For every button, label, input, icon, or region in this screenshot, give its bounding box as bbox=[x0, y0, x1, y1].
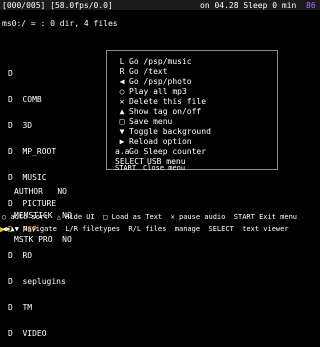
menu-item-go-photo[interactable]: ◀ Go /psp/photo bbox=[115, 77, 192, 87]
menu-item-play-all[interactable]: ○ Play all mp3 bbox=[115, 87, 187, 97]
help-line-1: ○ auto sort △ Hide UI □ Load as Text ✕ p… bbox=[2, 213, 298, 221]
battery-indicator: 86 bbox=[306, 1, 316, 10]
file-item[interactable]: D RO bbox=[0, 251, 120, 261]
start-button-icon: START bbox=[115, 163, 137, 172]
file-item[interactable]: D TM bbox=[0, 303, 120, 313]
right-arrow-icon: ▶ bbox=[119, 137, 125, 146]
circle-button-icon: ○ bbox=[119, 87, 125, 96]
info-panel: AUTHOR NO MEMSTICK NO MSTK PRO NO bbox=[14, 172, 72, 252]
file-counter: [000/005] [58.0fps/0.0] bbox=[2, 1, 113, 10]
menu-item-show-tag[interactable]: ▲ Show tag on/off bbox=[115, 107, 202, 117]
file-item[interactable]: D 3D bbox=[0, 121, 120, 131]
triangle-button-icon: ▲ bbox=[119, 107, 125, 116]
file-item[interactable]: D COMB bbox=[0, 95, 120, 105]
menu-item-reload[interactable]: ▶ Reload option bbox=[115, 137, 192, 147]
menu-item-delete[interactable]: ✕ Delete this file bbox=[115, 97, 206, 107]
file-item[interactable]: D seplugins bbox=[0, 277, 120, 287]
down-arrow-icon: ▼ bbox=[119, 127, 125, 136]
file-item[interactable]: D MP_ROOT bbox=[0, 147, 120, 157]
help-line-2: ◀▶▲▼ Navigate L/R filetypes R/L files ma… bbox=[2, 225, 289, 233]
l-button-icon: L bbox=[119, 57, 125, 66]
file-item[interactable]: D VIDEO bbox=[0, 329, 120, 339]
clock-sleep: on 04.28 Sleep 0 min bbox=[200, 1, 297, 10]
cross-button-icon: ✕ bbox=[119, 97, 125, 106]
file-item[interactable]: D bbox=[0, 69, 120, 79]
analog-stick-icon: a.a bbox=[115, 147, 130, 156]
menu-item-close[interactable]: START Close menu bbox=[115, 163, 185, 172]
r-button-icon: R bbox=[119, 67, 125, 76]
menu-item-sleep[interactable]: a.a Go Sleep counter bbox=[115, 147, 206, 157]
context-menu: L Go /psp/music R Go /text ◀ Go /psp/photo … bbox=[106, 50, 278, 172]
menu-item-go-text[interactable]: R Go /text bbox=[115, 67, 168, 77]
menu-item-go-music[interactable]: L Go /psp/music bbox=[115, 57, 192, 67]
current-path: ms0:/ = : 0 dir, 4 files bbox=[2, 19, 118, 28]
info-row: AUTHOR NO bbox=[14, 187, 67, 196]
info-row: MSTK PRO NO bbox=[14, 235, 72, 244]
menu-item-save[interactable]: □ Save menu bbox=[115, 117, 173, 127]
left-arrow-icon: ◀ bbox=[119, 77, 125, 86]
menu-item-toggle-bg[interactable]: ▼ Toggle background bbox=[115, 127, 211, 137]
square-button-icon: □ bbox=[119, 117, 125, 126]
